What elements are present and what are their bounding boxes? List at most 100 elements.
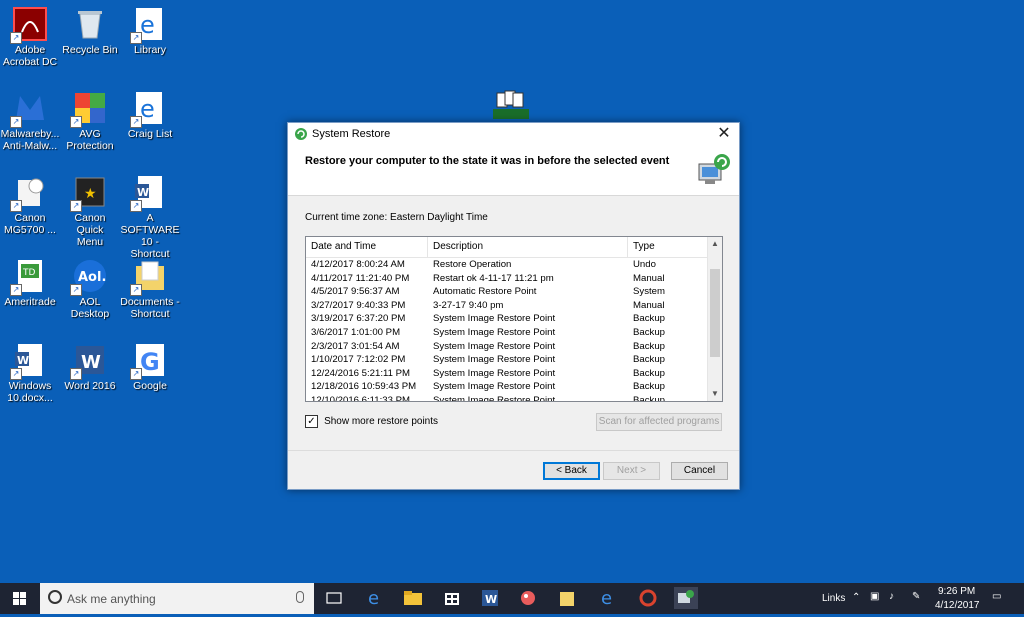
folder-taskbar-icon[interactable] [556,587,580,609]
desktop-icon[interactable]: ★ ↗ Canon Quick Menu [60,174,120,248]
table-row[interactable]: 3/27/2017 9:40:33 PM 3-27-17 9:40 pm Manua… [306,299,722,313]
clock-time[interactable]: 9:26 PM [938,586,975,597]
links-toolbar[interactable]: Links [822,593,845,604]
close-button[interactable]: ✕ [713,124,735,144]
desktop-icon[interactable]: W ↗ Windows 10.docx... [0,342,60,404]
taskbar: Ask me anything e W e Links ⌃ ▣ ♪ ✎ 9:26… [0,583,1024,614]
table-row[interactable]: 12/10/2016 6:11:33 PM System Image Restor… [306,394,722,401]
table-row[interactable]: 12/18/2016 10:59:43 PM System Image Resto… [306,380,722,394]
desktop-icon[interactable]: ↗ AVG Protection [60,90,120,152]
show-more-checkbox[interactable]: ✓ [305,415,318,428]
shortcut-arrow-icon: ↗ [10,32,22,44]
next-button[interactable]: Next > [603,462,660,480]
table-row[interactable]: 12/24/2016 5:21:11 PM System Image Restor… [306,367,722,381]
column-header-description[interactable]: Description [428,237,628,257]
desktop-icon-label: Documents - Shortcut [120,296,180,320]
scan-affected-programs-button[interactable]: Scan for affected programs [596,413,722,431]
cancel-button[interactable]: Cancel [671,462,728,480]
desktop-icon[interactable]: ↗ Documents - Shortcut [120,258,180,320]
desktop-icon[interactable]: TD ↗ Ameritrade [0,258,60,308]
desktop-icon[interactable]: G ↗ Google [120,342,180,392]
restore-points-list[interactable]: Date and Time Description Type 4/12/2017… [305,236,723,402]
row-type: Backup [633,326,665,338]
desktop-icon-label: Canon MG5700 ... [4,212,56,236]
clock-date[interactable]: 4/12/2017 [935,600,980,611]
desktop-icon-label: AVG Protection [66,128,114,152]
column-header-date[interactable]: Date and Time [306,237,428,257]
desktop-icon[interactable]: Recycle Bin [60,6,120,56]
canon-printer-icon: ↗ [10,174,48,212]
row-type: Undo [633,259,656,270]
row-description: System Image Restore Point [433,340,556,352]
shortcut-arrow-icon: ↗ [70,116,82,128]
chevron-up-icon[interactable]: ⌃ [852,592,860,603]
table-row[interactable]: 4/11/2017 11:21:40 PM Restart ok 4-11-17 … [306,272,722,286]
desktop-icon[interactable]: ↗ Canon MG5700 ... [0,174,60,236]
search-input[interactable]: Ask me anything [67,592,156,606]
scroll-thumb[interactable] [710,269,720,357]
row-date: 12/24/2016 5:21:11 PM [311,367,411,379]
microphone-icon[interactable] [296,591,304,603]
row-description: System Image Restore Point [433,326,556,338]
row-date: 3/27/2017 9:40:33 PM [311,299,406,311]
dialog-titlebar[interactable]: System Restore ✕ [288,123,739,145]
pen-icon[interactable]: ✎ [912,591,920,602]
shortcut-arrow-icon: ↗ [130,32,142,44]
row-date: 12/18/2016 10:59:43 PM [311,381,417,393]
list-scrollbar[interactable]: ▲ ▼ [707,237,722,401]
shortcut-arrow-icon: ↗ [70,284,82,296]
desktop-icon[interactable]: ↗ Malwareby... Anti-Malw... [0,90,60,152]
notifications-icon[interactable]: ▭ [992,591,1001,602]
file-explorer-icon[interactable] [401,587,425,609]
row-description: 3-27-17 9:40 pm [433,299,504,311]
scroll-up-icon[interactable]: ▲ [708,237,722,251]
svg-text:e: e [368,588,379,609]
shortcut-arrow-icon: ↗ [10,368,22,380]
table-header: Date and Time Description Type [306,237,722,258]
svg-text:W: W [17,354,29,367]
shortcut-arrow-icon: ↗ [130,200,142,212]
system-restore-taskbar-icon[interactable] [674,587,698,609]
row-description: System Image Restore Point [433,354,556,366]
svg-text:e: e [140,11,155,39]
word-taskbar-icon[interactable]: W [478,587,502,609]
avg-icon: ↗ [70,90,108,128]
column-header-type[interactable]: Type [628,237,710,257]
table-row[interactable]: 1/10/2017 7:12:02 PM System Image Restore… [306,353,722,367]
dialog-footer: < Back Next > Cancel [288,450,739,489]
store-icon[interactable] [440,587,464,609]
desktop-icon[interactable]: e ↗ Craig List [120,90,180,140]
desktop-icon[interactable]: W ↗ A SOFTWARE 10 - Shortcut [120,174,180,260]
ccleaner-icon[interactable] [636,587,660,609]
edge-icon[interactable]: e [363,587,387,609]
table-row[interactable]: 3/19/2017 6:37:20 PM System Image Restore… [306,312,722,326]
desktop-icon[interactable]: ↗ Adobe Acrobat DC [0,6,60,68]
table-row[interactable]: 3/6/2017 1:01:00 PM System Image Restore … [306,326,722,340]
solitaire-icon[interactable] [491,89,531,123]
row-type: Backup [633,354,665,366]
row-type: Backup [633,313,665,325]
paint-icon[interactable] [516,587,540,609]
internet-explorer-icon: e ↗ [130,90,168,128]
table-row[interactable]: 4/12/2017 8:00:24 AM Restore Operation Und… [306,258,722,272]
network-icon[interactable]: ▣ [870,591,879,602]
svg-text:W: W [137,186,149,199]
search-box[interactable]: Ask me anything [40,583,314,614]
table-row[interactable]: 2/3/2017 3:01:54 AM System Image Restore … [306,340,722,354]
desktop-icon[interactable]: Aol. ↗ AOL Desktop [60,258,120,320]
scroll-down-icon[interactable]: ▼ [708,387,722,401]
start-button[interactable] [0,583,40,614]
svg-text:★: ★ [84,185,97,201]
table-row[interactable]: 4/5/2017 9:56:37 AM Automatic Restore Poi… [306,285,722,299]
desktop-icon[interactable]: W ↗ Word 2016 [60,342,120,392]
show-more-checkbox-row[interactable]: ✓ Show more restore points [305,415,438,428]
word-app-icon: W ↗ [70,342,108,380]
volume-icon[interactable]: ♪ [889,591,894,602]
back-button[interactable]: < Back [543,462,600,480]
internet-explorer-taskbar-icon[interactable]: e [596,587,620,609]
task-view-icon[interactable] [322,587,346,609]
dialog-header-text: Restore your computer to the state it wa… [305,155,670,167]
desktop-icon[interactable]: e ↗ Library [120,6,180,56]
dialog-title: System Restore [312,128,391,140]
restore-computer-icon [697,152,731,188]
